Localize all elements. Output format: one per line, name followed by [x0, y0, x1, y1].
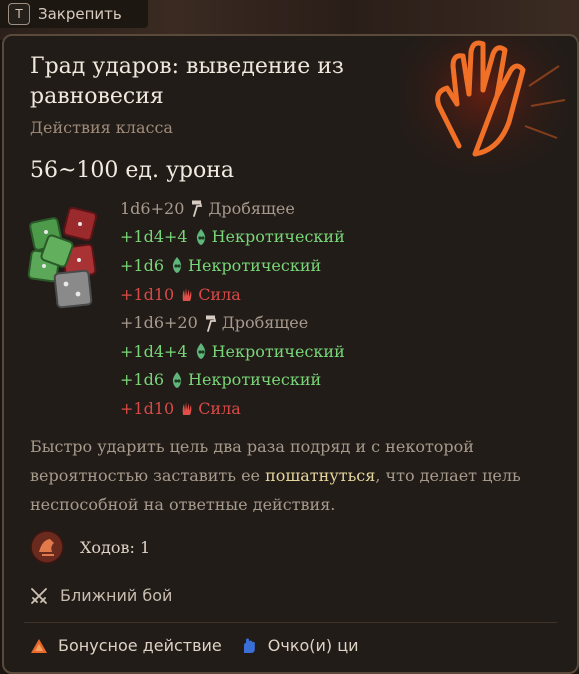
damage-amount: +1d6+20: [120, 313, 198, 333]
divider: [24, 622, 557, 623]
damage-type[interactable]: Сила: [198, 399, 241, 418]
range-label: Ближний бой: [60, 586, 173, 605]
range-row: Ближний бой: [30, 586, 172, 605]
damage-type[interactable]: Некротический: [188, 256, 321, 275]
dice-icon: [27, 206, 98, 309]
damage-amount: +1d4+4: [120, 341, 188, 361]
necrotic-icon: [194, 342, 208, 360]
necrotic-icon: [170, 371, 184, 389]
cost-bonus-action: Бонусное действие: [30, 636, 222, 655]
pin-bar[interactable]: T Закрепить: [0, 0, 148, 28]
bonus-action-icon: [31, 638, 47, 653]
damage-row: +1d10 Сила: [120, 394, 345, 423]
melee-swords-icon: [31, 587, 47, 604]
damage-row: +1d4+4 Некротический: [120, 337, 345, 366]
turns-count: Ходов: 1: [80, 537, 151, 557]
damage-amount: 1d6+20: [120, 198, 185, 218]
ki-point-icon: [243, 638, 255, 653]
stagger-keyword[interactable]: пошатнуться: [265, 466, 375, 485]
cost-bonus-label: Бонусное действие: [58, 636, 222, 655]
damage-breakdown: 1d6+20 Дробящее +1d4+4 Некротический +1d6 Нек…: [120, 194, 345, 423]
action-tooltip: Град ударов: выведение из равновесия Дей…: [2, 34, 579, 674]
necrotic-icon: [194, 228, 208, 246]
damage-type[interactable]: Некротический: [212, 227, 345, 246]
damage-type[interactable]: Дробящее: [208, 199, 294, 218]
damage-row: 1d6+20 Дробящее: [120, 194, 345, 223]
cost-row: Бонусное действие Очко(и) ци: [30, 636, 377, 655]
force-icon: [180, 399, 194, 417]
cost-ki-point: Очко(и) ци: [240, 636, 359, 655]
turns-row: Ходов: 1: [30, 530, 150, 564]
action-category: Действия класса: [30, 118, 173, 137]
damage-amount: +1d10: [120, 284, 175, 304]
damage-type[interactable]: Дробящее: [222, 313, 308, 332]
blunt-weapon-icon: [204, 314, 218, 332]
flurry-of-blows-icon: [399, 36, 569, 176]
damage-row: +1d4+4 Некротический: [120, 223, 345, 252]
blunt-weapon-icon: [190, 199, 204, 218]
damage-row: +1d10 Сила: [120, 280, 345, 309]
keybind-t: T: [8, 3, 30, 25]
damage-amount: +1d6: [120, 370, 165, 390]
force-icon: [180, 285, 194, 303]
damage-amount: +1d4+4: [120, 227, 188, 247]
pin-label[interactable]: Закрепить: [38, 5, 122, 23]
damage-type[interactable]: Сила: [198, 285, 241, 304]
damage-type[interactable]: Некротический: [212, 342, 345, 361]
damage-type[interactable]: Некротический: [188, 370, 321, 389]
damage-total: 56~100 ед. урона: [30, 158, 235, 183]
damage-row: +1d6+20 Дробящее: [120, 308, 345, 337]
cost-ki-label: Очко(и) ци: [267, 636, 359, 655]
necrotic-icon: [170, 256, 184, 274]
damage-row: +1d6 Некротический: [120, 366, 345, 395]
turns-icon: [30, 530, 64, 564]
action-title: Град ударов: выведение из равновесия: [30, 54, 344, 109]
damage-row: +1d6 Некротический: [120, 251, 345, 280]
damage-amount: +1d10: [120, 398, 175, 418]
action-description: Быстро ударить цель два раза подряд и с …: [30, 432, 550, 519]
damage-amount: +1d6: [120, 255, 165, 275]
